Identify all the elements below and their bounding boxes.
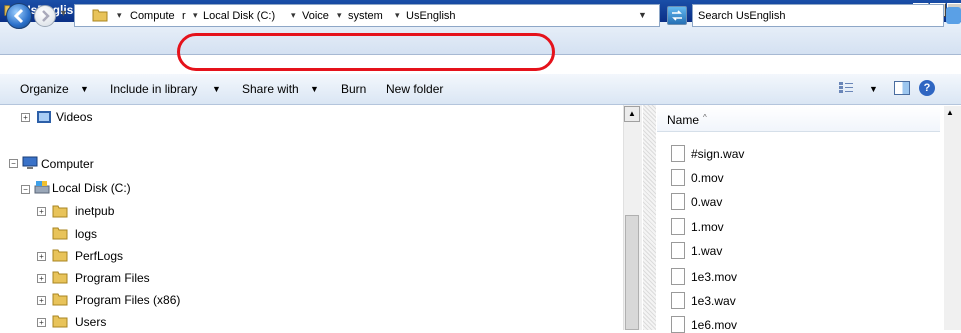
expand-toggle[interactable]: +: [37, 274, 46, 283]
folder-icon: [52, 271, 68, 284]
scroll-up-arrow-icon[interactable]: ▲: [946, 108, 954, 117]
tree-item-perflogs[interactable]: PerfLogs: [75, 249, 123, 263]
tree-item-videos[interactable]: Videos: [56, 110, 92, 124]
file-icon: [671, 242, 685, 259]
chevron-down-icon[interactable]: ▼: [869, 84, 878, 94]
folder-icon: [52, 315, 68, 328]
tree-item-computer[interactable]: Computer: [41, 157, 94, 171]
breadcrumb-separator[interactable]: ▾: [193, 10, 198, 21]
file-item[interactable]: 0.wav: [691, 195, 722, 209]
back-arrow-icon[interactable]: [6, 3, 32, 29]
file-item[interactable]: 1.wav: [691, 244, 722, 258]
burn-button[interactable]: Burn: [341, 82, 366, 96]
expand-toggle[interactable]: +: [37, 207, 46, 216]
file-icon: [671, 145, 685, 162]
folder-icon: [92, 9, 108, 22]
organize-button[interactable]: Organize: [20, 82, 69, 96]
folder-icon: [52, 293, 68, 306]
views-icon[interactable]: [838, 81, 854, 95]
breadcrumb-usenglish[interactable]: UsEnglish: [406, 10, 456, 22]
file-icon: [671, 268, 685, 285]
tree-item-users[interactable]: Users: [75, 315, 106, 329]
include-in-library-button[interactable]: Include in library: [110, 82, 197, 96]
chevron-down-icon[interactable]: ▼: [212, 84, 221, 94]
expand-toggle[interactable]: +: [37, 318, 46, 327]
folder-icon: [52, 227, 68, 240]
breadcrumb-separator[interactable]: ▾: [291, 10, 296, 21]
expand-toggle[interactable]: +: [37, 252, 46, 261]
chevron-down-icon[interactable]: ▼: [80, 84, 89, 94]
breadcrumb-separator[interactable]: ▾: [395, 10, 400, 21]
breadcrumb-voice[interactable]: Voice: [302, 10, 329, 22]
search-placeholder: Search UsEnglish: [698, 10, 786, 22]
file-item[interactable]: #sign.wav: [691, 147, 744, 161]
collapse-toggle[interactable]: −: [9, 159, 18, 168]
file-list-scrollbar[interactable]: [944, 106, 961, 330]
help-icon[interactable]: ?: [919, 80, 935, 96]
breadcrumb-separator[interactable]: ▾: [117, 10, 122, 21]
file-item[interactable]: 0.mov: [691, 171, 724, 185]
tree-item-program-files[interactable]: Program Files: [75, 271, 150, 285]
scrollbar-thumb[interactable]: [625, 215, 639, 330]
file-icon: [671, 218, 685, 235]
collapse-toggle[interactable]: −: [21, 185, 30, 194]
expand-toggle[interactable]: +: [21, 113, 30, 122]
breadcrumb-computer-tail[interactable]: r: [182, 10, 186, 22]
breadcrumb-separator[interactable]: ▾: [337, 10, 342, 21]
sort-ascending-icon: ^: [703, 113, 707, 122]
scroll-up-arrow-icon[interactable]: ▲: [624, 106, 640, 122]
file-item[interactable]: 1e3.mov: [691, 270, 737, 284]
address-history-dropdown[interactable]: ▼: [638, 10, 647, 20]
tree-item-logs[interactable]: logs: [75, 227, 97, 241]
file-icon: [671, 193, 685, 210]
preview-pane-icon[interactable]: [894, 81, 910, 95]
column-header[interactable]: [657, 106, 940, 132]
new-folder-button[interactable]: New folder: [386, 82, 443, 96]
forward-arrow-icon[interactable]: [34, 5, 56, 27]
refresh-icon[interactable]: [667, 6, 687, 25]
file-item[interactable]: 1e3.wav: [691, 294, 736, 308]
computer-icon: [22, 156, 38, 169]
file-icon: [671, 292, 685, 309]
file-icon: [671, 316, 685, 333]
recent-pages-dropdown[interactable]: ▼: [59, 8, 69, 22]
tree-item-local-disk[interactable]: Local Disk (C:): [52, 181, 131, 195]
breadcrumb-computer[interactable]: Compute: [130, 10, 175, 22]
video-library-icon: [37, 111, 51, 123]
folder-icon: [52, 249, 68, 262]
drive-icon: [34, 181, 50, 194]
chevron-down-icon[interactable]: ▼: [310, 84, 319, 94]
column-name-header[interactable]: Name: [667, 113, 699, 127]
pane-splitter[interactable]: [643, 105, 656, 330]
expand-toggle[interactable]: +: [37, 296, 46, 305]
search-icon[interactable]: [946, 7, 961, 24]
share-with-button[interactable]: Share with: [242, 82, 299, 96]
file-icon: [671, 169, 685, 186]
file-item[interactable]: 1.mov: [691, 220, 724, 234]
annotation-highlight: [177, 33, 555, 71]
folder-icon: [52, 205, 68, 218]
tree-item-inetpub[interactable]: inetpub: [75, 204, 114, 218]
tree-item-program-files-x86[interactable]: Program Files (x86): [75, 293, 180, 307]
breadcrumb-local-disk[interactable]: Local Disk (C:): [203, 10, 275, 22]
breadcrumb-system[interactable]: system: [348, 10, 383, 22]
